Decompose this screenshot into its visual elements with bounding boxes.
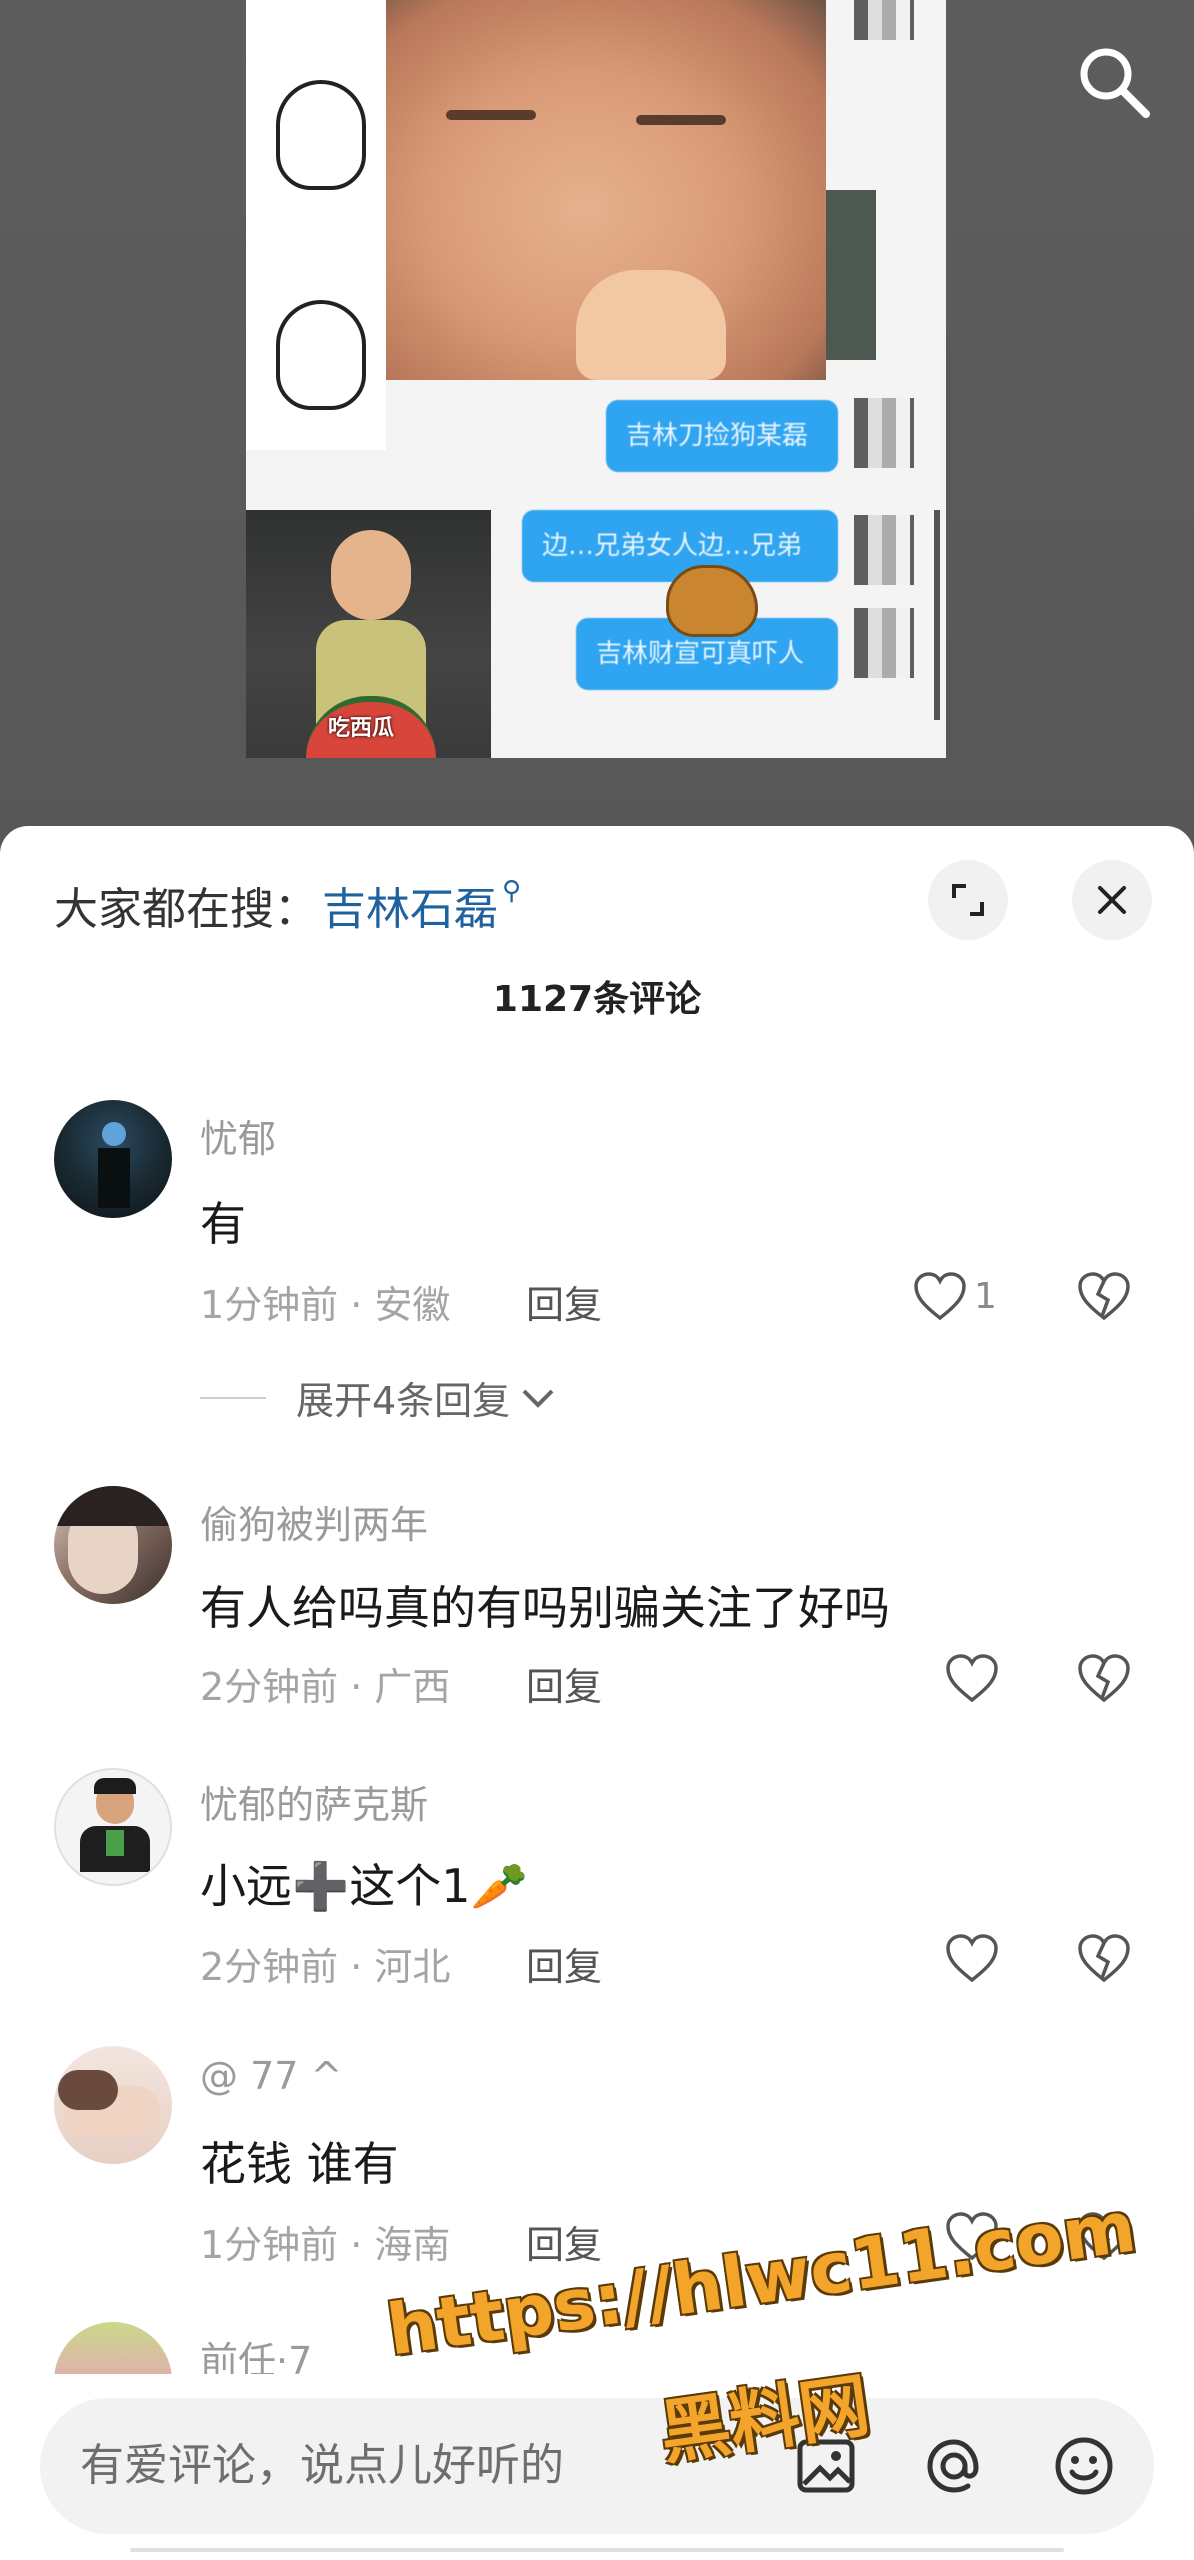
expand-replies[interactable]: 展开4条回复: [200, 1370, 558, 1425]
sticker-column: [246, 0, 386, 450]
avatar[interactable]: [54, 1486, 172, 1604]
rabbit-sticker: [276, 300, 366, 410]
video-frame: 吉林刀捡狗某磊 边…兄弟女人边…兄弟 吉林财宣可真吓人 吃西瓜: [246, 0, 946, 758]
expand-button[interactable]: [928, 860, 1008, 940]
chevron-down-icon: [522, 1389, 554, 1408]
chat-bubble: 吉林刀捡狗某磊: [606, 400, 838, 472]
comment-username[interactable]: @ 77 ^: [200, 2054, 342, 2098]
screen: 吉林刀捡狗某磊 边…兄弟女人边…兄弟 吉林财宣可真吓人 吃西瓜 大家都在搜： 吉…: [0, 0, 1194, 2560]
comment-meta: 2分钟前 · 广西: [200, 1665, 451, 1709]
broken-heart-icon: [1078, 1272, 1130, 1321]
trending-search[interactable]: 大家都在搜： 吉林石磊 ⚲: [54, 870, 521, 940]
blurred-avatar: [854, 398, 914, 468]
broken-heart-icon: [1078, 1654, 1130, 1703]
comment-username[interactable]: 忧郁的萨克斯: [200, 1774, 428, 1829]
heart-icon: [914, 1272, 966, 1321]
expand-replies-label: 展开4条回复: [296, 1379, 511, 1423]
comment-username[interactable]: 偷狗被判两年: [200, 1494, 428, 1549]
comment-text: 有: [200, 1197, 246, 1251]
rabbit-sticker: [276, 80, 366, 190]
emoji-button[interactable]: [1050, 2432, 1118, 2500]
trending-term-link[interactable]: 吉林石磊: [322, 873, 498, 937]
trending-label: 大家都在搜：: [54, 884, 318, 935]
heart-icon: [946, 1654, 998, 1703]
search-icon: [1080, 48, 1150, 118]
watermelon-boy-photo: 吃西瓜: [246, 510, 491, 758]
expand-icon: [952, 884, 984, 916]
comment-count: 1127条评论: [492, 979, 702, 1020]
like-button[interactable]: [944, 1652, 1000, 1704]
like-button[interactable]: [944, 1932, 1000, 1984]
bear-sticker: [666, 565, 758, 637]
close-icon: [1098, 886, 1126, 914]
comment-username[interactable]: 忧郁: [200, 1108, 276, 1163]
reply-button[interactable]: 回复: [526, 1936, 602, 1991]
at-icon: [927, 2439, 979, 2493]
broken-heart-icon: [1078, 1934, 1130, 1983]
avatar[interactable]: [54, 1768, 172, 1886]
photo-caption: 吃西瓜: [328, 716, 395, 741]
blurred-avatar: [854, 0, 914, 40]
avatar[interactable]: [54, 1100, 172, 1218]
child-face-photo: [386, 0, 826, 380]
like-count: 1: [974, 1275, 997, 1317]
search-button[interactable]: [1072, 40, 1156, 124]
comment-input[interactable]: 有爱评论，说点儿好听的: [40, 2398, 1154, 2534]
home-indicator[interactable]: [130, 2548, 1064, 2552]
comment-text: 有人给吗真的有吗别骗关注了好吗: [200, 1581, 890, 1635]
comment-meta: 1分钟前 · 海南: [200, 2223, 451, 2267]
search-icon: ⚲: [502, 876, 522, 906]
like-button[interactable]: 1: [912, 1270, 997, 1322]
reply-button[interactable]: 回复: [526, 1274, 602, 1329]
blurred-avatar: [854, 608, 914, 678]
dislike-button[interactable]: [1076, 1652, 1132, 1708]
photo-edge: [826, 190, 876, 360]
comment-meta: 2分钟前 · 河北: [200, 1945, 451, 1989]
divider: [200, 1396, 266, 1399]
comment-text: 花钱 谁有: [200, 2137, 399, 2191]
comment-input-placeholder: 有爱评论，说点儿好听的: [80, 2440, 564, 2491]
video-player[interactable]: 吉林刀捡狗某磊 边…兄弟女人边…兄弟 吉林财宣可真吓人 吃西瓜: [0, 0, 1194, 860]
close-button[interactable]: [1072, 860, 1152, 940]
heart-icon: [946, 1934, 998, 1983]
mention-button[interactable]: [920, 2432, 988, 2500]
reply-button[interactable]: 回复: [526, 1656, 602, 1711]
comment-meta: 1分钟前 · 安徽: [200, 1283, 451, 1327]
avatar[interactable]: [54, 2046, 172, 2164]
dislike-button[interactable]: [1076, 1932, 1132, 1988]
blurred-avatar: [854, 515, 914, 585]
scrollbar: [934, 510, 940, 720]
comment-text: 小远➕这个1🥕: [200, 1859, 528, 1913]
emoji-icon: [1055, 2437, 1113, 2495]
dislike-button[interactable]: [1076, 1270, 1132, 1326]
chat-bubble: 边…兄弟女人边…兄弟: [522, 510, 838, 582]
